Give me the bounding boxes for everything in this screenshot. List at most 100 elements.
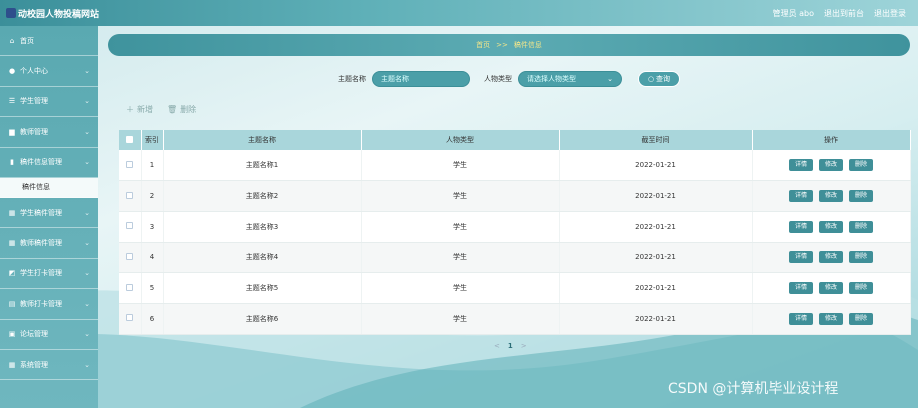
row-select-cell <box>119 150 142 182</box>
detail-button[interactable]: 详情 <box>788 251 813 264</box>
detail-button[interactable]: 详情 <box>788 282 813 295</box>
top-bar: 动校园人物投稿网站 管理员 abo 退出到前台 退出登录 <box>0 0 918 26</box>
current-page[interactable]: 1 <box>508 342 513 350</box>
sidebar-item-label: 学生管理 <box>20 97 48 106</box>
chart-icon: ◩ <box>8 269 16 278</box>
edit-button[interactable]: 修改 <box>818 159 843 172</box>
sidebar-item-left: ☰ 学生管理 <box>8 96 48 106</box>
delete-button[interactable]: 删除 <box>849 312 874 325</box>
chevron-down-icon: ⌄ <box>84 127 90 136</box>
row-date: 2022-01-21 <box>559 272 753 304</box>
edit-button[interactable]: 修改 <box>818 220 843 233</box>
row-index: 6 <box>141 303 164 335</box>
sidebar-item-left: ▦ 教师稿件管理 <box>8 238 62 248</box>
sidebar-subitem-active[interactable]: 稿件信息 <box>0 177 98 198</box>
breadcrumb-home[interactable]: 首页 <box>476 40 490 50</box>
row-title: 主题名称1 <box>163 150 362 182</box>
add-button[interactable]: ＋ 新增 <box>126 104 153 115</box>
chevron-down-icon: ⌄ <box>84 97 90 106</box>
table-icon: ▤ <box>8 299 16 308</box>
row-checkbox[interactable] <box>126 252 134 260</box>
header-ops: 操作 <box>752 130 911 150</box>
table-row: 1 主题名称1 学生 2022-01-21 详情 修改 删除 <box>119 150 911 182</box>
card-icon: ▆ <box>9 127 15 136</box>
edit-button[interactable]: 修改 <box>818 312 843 325</box>
search-icon: ○ <box>647 75 655 83</box>
forum-icon: ▣ <box>8 330 16 339</box>
sidebar-item-4[interactable]: ▮ 稿件信息管理 ⌄ <box>0 148 98 178</box>
sidebar-item-label: 教师管理 <box>20 127 48 136</box>
watermark: CSDN @计算机毕业设计程 <box>668 381 839 397</box>
sidebar-item-5[interactable]: ▦ 学生稿件管理 ⌄ <box>0 198 98 229</box>
edit-button[interactable]: 修改 <box>818 282 843 295</box>
bulk-delete-button[interactable]: 🗑 删除 <box>167 104 196 115</box>
back-to-front-link[interactable]: 退出到前台 <box>824 8 864 19</box>
delete-button[interactable]: 删除 <box>849 282 874 295</box>
detail-button[interactable]: 详情 <box>788 220 813 233</box>
search-button-label: 查询 <box>656 75 671 83</box>
sidebar-item-8[interactable]: ▤ 教师打卡管理 ⌄ <box>0 289 98 320</box>
chevron-down-icon: ⌄ <box>607 75 613 83</box>
chevron-down-icon: ⌄ <box>84 360 90 369</box>
data-table: 索引 主题名称 人物类型 截至时间 操作 1 主题名称1 学生 2022-01-21 详… <box>119 130 911 335</box>
sidebar-item-left: ▦ 系统管理 <box>8 360 48 370</box>
edit-button[interactable]: 修改 <box>818 251 843 264</box>
sidebar-item-2[interactable]: ☰ 学生管理 ⌄ <box>0 87 98 118</box>
row-select-cell <box>119 303 142 335</box>
row-index: 3 <box>141 211 164 243</box>
row-ops: 详情 修改 删除 <box>752 211 911 243</box>
site-title: 动校园人物投稿网站 <box>18 9 100 20</box>
prev-page-button[interactable]: < <box>494 342 500 350</box>
row-checkbox[interactable] <box>126 160 134 168</box>
logout-link[interactable]: 退出登录 <box>874 8 906 19</box>
search-bar: 主题名称 主题名称 人物类型 请选择人物类型 ⌄ ○ 查询 <box>0 70 918 88</box>
row-checkbox[interactable] <box>126 191 134 199</box>
type-select[interactable]: 请选择人物类型 ⌄ <box>518 71 622 87</box>
detail-button[interactable]: 详情 <box>788 312 813 325</box>
row-ops: 详情 修改 删除 <box>752 180 911 212</box>
row-ops: 详情 修改 删除 <box>752 150 911 182</box>
row-checkbox[interactable] <box>126 283 134 291</box>
row-title: 主题名称3 <box>163 211 362 243</box>
sidebar-item-left: ⌂ 首页 <box>8 36 34 46</box>
detail-button[interactable]: 详情 <box>788 159 813 172</box>
delete-button[interactable]: 删除 <box>849 251 874 264</box>
header-date: 截至时间 <box>559 130 753 150</box>
table-row: 6 主题名称6 学生 2022-01-21 详情 修改 删除 <box>119 303 911 335</box>
delete-button[interactable]: 删除 <box>849 159 874 172</box>
sidebar-item-9[interactable]: ▣ 论坛管理 ⌄ <box>0 320 98 350</box>
row-type: 学生 <box>361 303 560 335</box>
delete-button[interactable]: 删除 <box>849 190 874 203</box>
trash-icon: 🗑 <box>167 105 178 114</box>
type-label: 人物类型 <box>484 75 512 83</box>
sidebar-item-7[interactable]: ◩ 学生打卡管理 ⌄ <box>0 259 98 290</box>
search-button[interactable]: ○ 查询 <box>638 71 680 87</box>
delete-button[interactable]: 删除 <box>849 220 874 233</box>
row-checkbox[interactable] <box>126 314 134 322</box>
sidebar-item-0[interactable]: ⌂ 首页 <box>0 26 98 57</box>
header-index: 索引 <box>141 130 164 150</box>
sidebar-item-left: ▤ 教师打卡管理 <box>8 299 62 309</box>
breadcrumb-separator: >> <box>496 41 508 49</box>
detail-button[interactable]: 详情 <box>788 190 813 203</box>
table-header-row: 索引 主题名称 人物类型 截至时间 操作 <box>119 130 911 150</box>
row-date: 2022-01-21 <box>559 211 753 243</box>
row-checkbox[interactable] <box>126 222 134 230</box>
sidebar-item-6[interactable]: ▦ 教师稿件管理 ⌄ <box>0 228 98 259</box>
row-index: 1 <box>141 150 164 182</box>
row-select-cell <box>119 272 142 304</box>
select-all-checkbox[interactable] <box>126 135 134 143</box>
row-title: 主题名称6 <box>163 303 362 335</box>
grid-icon: ▦ <box>8 208 16 217</box>
sidebar-item-left: ◩ 学生打卡管理 <box>8 268 62 278</box>
next-page-button[interactable]: > <box>521 342 527 350</box>
sidebar-item-left: ▣ 论坛管理 <box>8 329 48 339</box>
row-type: 学生 <box>361 180 560 212</box>
title-input[interactable]: 主题名称 <box>372 71 470 87</box>
sidebar-item-10[interactable]: ▦ 系统管理 ⌄ <box>0 350 98 381</box>
row-select-cell <box>119 211 142 243</box>
sidebar-item-3[interactable]: ▆ 教师管理 ⌄ <box>0 117 98 148</box>
edit-button[interactable]: 修改 <box>818 190 843 203</box>
title-input-placeholder: 主题名称 <box>381 75 409 83</box>
row-select-cell <box>119 180 142 212</box>
